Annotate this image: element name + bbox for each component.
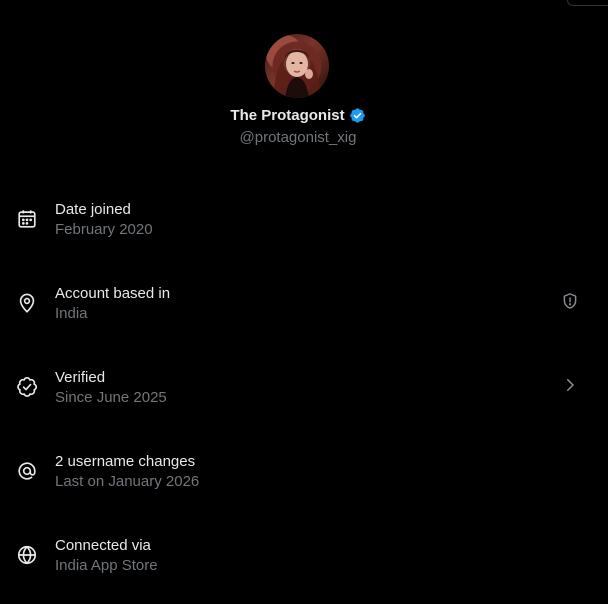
avatar-image [273,49,321,98]
row-title: 2 username changes [55,453,196,470]
row-subtitle: Last on January 2026 [55,473,200,490]
chevron-right-icon[interactable] [561,376,579,394]
display-name-row: The Protagonist [0,107,596,124]
row-subtitle: Since June 2025 [55,389,167,406]
username-handle: @protagonist_xig [239,129,357,146]
profile-header: The Protagonist @protagonist_xig [0,0,596,160]
row-title: Connected via [55,537,151,554]
shield-alert-icon[interactable] [561,292,579,310]
globe-icon [16,544,38,566]
avatar[interactable] [265,34,329,98]
row-subtitle: India App Store [55,557,158,574]
row-title: Account based in [55,285,171,302]
row-title: Verified [55,369,106,386]
verified-badge-icon[interactable] [349,107,366,124]
display-name[interactable]: The Protagonist [230,107,344,124]
calendar-icon [16,208,38,230]
about-row-date-joined: Date joined February 2020 [0,184,596,268]
verified-check-icon [16,376,38,398]
row-subtitle: India [55,305,88,322]
at-sign-icon [16,460,38,482]
about-row-verified[interactable]: Verified Since June 2025 [0,352,596,436]
location-pin-icon [16,292,38,314]
about-row-account-location: Account based in India [0,268,596,352]
row-subtitle: February 2020 [55,221,153,238]
about-row-username-changes: 2 username changes Last on January 2026 [0,436,596,520]
about-row-connected-via: Connected via India App Store [0,520,596,604]
row-title: Date joined [55,201,131,218]
about-account-list: Date joined February 2020 Account based … [0,184,596,604]
